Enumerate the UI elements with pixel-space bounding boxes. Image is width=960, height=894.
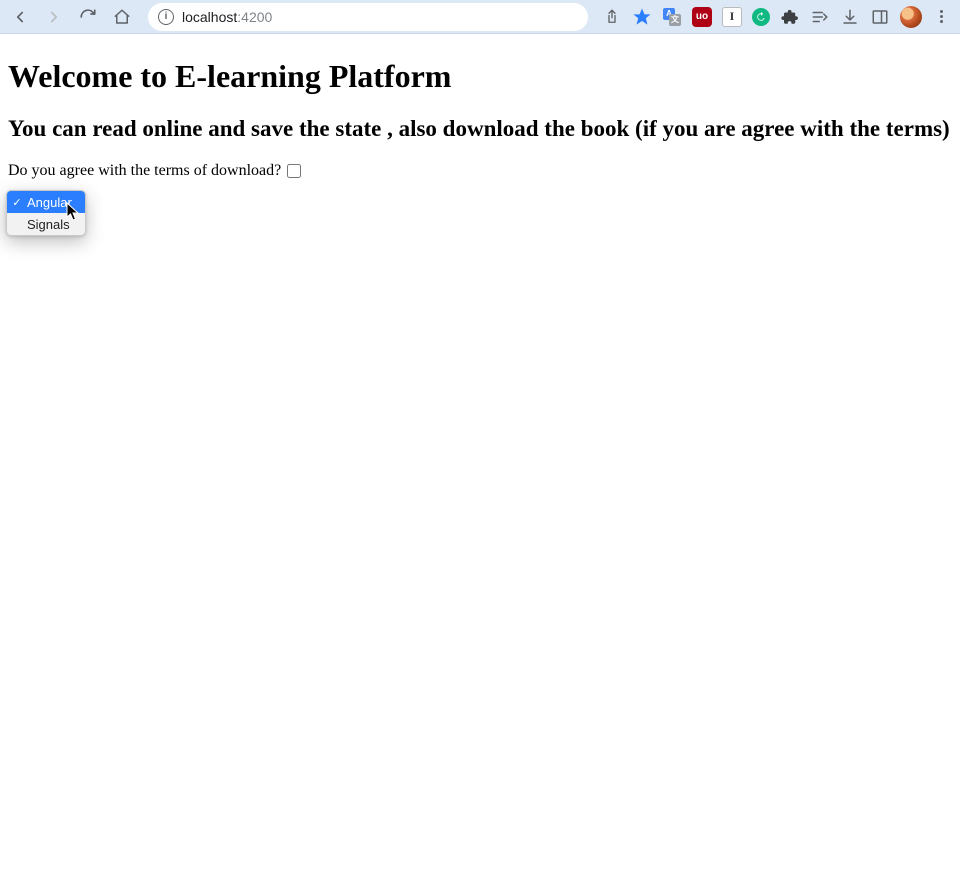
ublock-extension-icon[interactable]: uo <box>692 7 712 27</box>
translate-b: 文 <box>669 14 681 26</box>
forward-button[interactable] <box>40 3 68 31</box>
page-subtitle: You can read online and save the state ,… <box>8 115 952 144</box>
share-icon[interactable] <box>602 7 622 27</box>
browser-menu-icon[interactable] <box>932 8 950 26</box>
profile-avatar[interactable] <box>900 6 922 28</box>
url-text: localhost:4200 <box>182 9 272 25</box>
dropdown-option-angular[interactable]: ✓ Angular <box>7 191 85 213</box>
url-port: :4200 <box>237 9 272 25</box>
downloads-icon[interactable] <box>840 7 860 27</box>
check-icon: ✓ <box>11 196 23 209</box>
book-select-dropdown[interactable]: ✓ Angular Signals <box>6 190 86 236</box>
translate-extension-icon[interactable]: A 文 <box>662 7 682 27</box>
extensions-puzzle-icon[interactable] <box>780 7 800 27</box>
home-button[interactable] <box>108 3 136 31</box>
page-title: Welcome to E-learning Platform <box>8 58 952 95</box>
url-host: localhost <box>182 9 237 25</box>
terms-label: Do you agree with the terms of download? <box>8 162 281 180</box>
reading-list-icon[interactable] <box>810 7 830 27</box>
extension-i-icon[interactable]: I <box>722 7 742 27</box>
side-panel-icon[interactable] <box>870 7 890 27</box>
dropdown-option-label: Signals <box>27 217 70 232</box>
dropdown-option-label: Angular <box>27 195 72 210</box>
grammarly-extension-icon[interactable] <box>752 8 770 26</box>
address-bar[interactable]: i localhost:4200 <box>148 3 588 31</box>
terms-checkbox[interactable] <box>287 164 301 178</box>
dropdown-option-signals[interactable]: Signals <box>7 213 85 235</box>
back-button[interactable] <box>6 3 34 31</box>
page-content: Welcome to E-learning Platform You can r… <box>0 34 960 188</box>
terms-row: Do you agree with the terms of download? <box>8 162 952 180</box>
toolbar-right: A 文 uo I <box>602 6 954 28</box>
bookmark-star-icon[interactable] <box>632 7 652 27</box>
site-info-icon[interactable]: i <box>158 9 174 25</box>
reload-button[interactable] <box>74 3 102 31</box>
browser-toolbar: i localhost:4200 A 文 uo I <box>0 0 960 34</box>
